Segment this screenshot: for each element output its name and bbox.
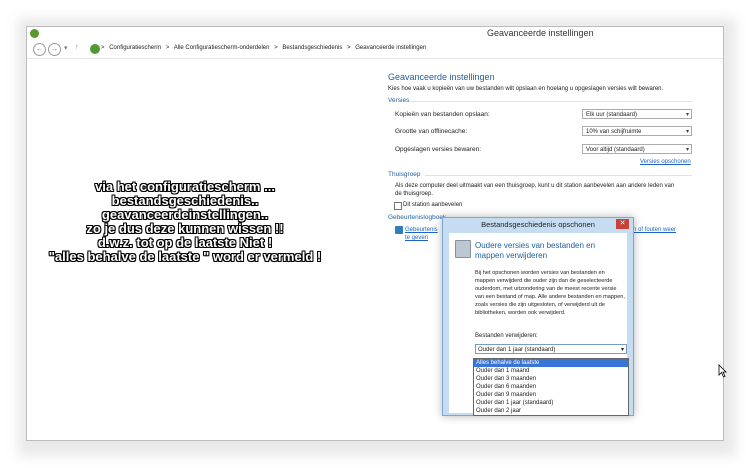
page-title: Geavanceerde instellingen bbox=[388, 72, 495, 82]
annotation-line: "alles behalve de laatste " word er verm… bbox=[48, 249, 322, 264]
recycle-bin-icon bbox=[455, 240, 471, 258]
section-divider bbox=[410, 101, 692, 102]
eventlog-section-title: Gebeurtenislogboek bbox=[388, 214, 447, 221]
delete-files-label: Bestanden verwijderen: bbox=[475, 333, 538, 339]
keep-versions-select[interactable]: Voor altijd (standaard) ▾ bbox=[582, 144, 692, 154]
recommend-drive-checkbox[interactable] bbox=[394, 202, 402, 210]
keep-versions-label: Opgeslagen versies bewaren: bbox=[395, 146, 481, 153]
chevron-down-icon: ▾ bbox=[685, 112, 689, 118]
shield-icon bbox=[395, 226, 403, 234]
mouse-cursor-icon bbox=[718, 364, 727, 381]
dropdown-option[interactable]: Alles behalve de laatste bbox=[474, 359, 628, 367]
recent-locations-button[interactable]: ▾ bbox=[64, 44, 68, 52]
breadcrumb-separator: > bbox=[274, 45, 278, 51]
breadcrumb-item[interactable]: Geavanceerde instellingen bbox=[355, 45, 426, 51]
clean-up-versions-link[interactable]: Versies opschonen bbox=[640, 159, 691, 165]
delete-age-select[interactable]: Ouder dan 1 jaar (standaard) ▾ bbox=[475, 344, 627, 354]
event-log-link[interactable]: Gebeurtenis bbox=[405, 227, 438, 233]
breadcrumb-item[interactable]: Alle Configuratiescherm-onderdelen bbox=[174, 45, 270, 51]
dropdown-option[interactable]: Ouder dan 6 maanden bbox=[474, 383, 628, 391]
homegroup-description: Als deze computer deel uitmaakt van een … bbox=[395, 183, 675, 189]
delete-age-value: Ouder dan 1 jaar (standaard) bbox=[478, 347, 556, 353]
chevron-down-icon: ▾ bbox=[685, 129, 689, 135]
title-bar: Geavanceerde instellingen bbox=[27, 27, 723, 41]
dropdown-option[interactable]: Ouder dan 1 jaar (standaard) bbox=[474, 399, 628, 407]
address-bar: ← → ▾ ↑ > Configuratiescherm > Alle Conf… bbox=[27, 41, 723, 59]
breadcrumb-separator: > bbox=[347, 45, 351, 51]
chevron-down-icon: ▾ bbox=[685, 147, 689, 153]
up-button[interactable]: ↑ bbox=[75, 44, 79, 51]
cache-label: Grootte van offlinecache: bbox=[395, 128, 468, 135]
homegroup-description-cont: de thuisgroep. bbox=[395, 191, 434, 197]
versions-section-title: Versies bbox=[388, 97, 410, 104]
breadcrumb-item[interactable]: Configuratiescherm bbox=[109, 45, 161, 51]
delete-age-dropdown-list: Alles behalve de laatste Ouder dan 1 maa… bbox=[473, 358, 629, 416]
annotation-line: bestandsgeschiedenis.. bbox=[111, 193, 259, 208]
chevron-down-icon: ▾ bbox=[620, 347, 624, 353]
dropdown-option[interactable]: Ouder dan 9 maanden bbox=[474, 391, 628, 399]
dialog-heading: Oudere versies van bestanden en mappen v… bbox=[475, 241, 595, 261]
annotation-line: via het configuratiescherm ... bbox=[95, 179, 275, 194]
annotation-overlay: via het configuratiescherm ... bestandsg… bbox=[0, 180, 370, 264]
copies-frequency-select[interactable]: Elk uur (standaard) ▾ bbox=[582, 109, 692, 119]
dialog-heading-line: Oudere versies van bestanden en bbox=[475, 241, 596, 250]
dropdown-option[interactable]: Ouder dan 1 maand bbox=[474, 367, 628, 375]
recommend-drive-label: Dit station aanbevelen bbox=[403, 202, 463, 208]
copies-frequency-value: Elk uur (standaard) bbox=[586, 112, 638, 118]
forward-button[interactable]: → bbox=[48, 43, 61, 56]
dropdown-option[interactable]: Ouder dan 3 maanden bbox=[474, 375, 628, 383]
breadcrumb-separator: > bbox=[165, 45, 170, 51]
breadcrumb-separator: > bbox=[101, 45, 105, 51]
dialog-title: Bestandsgeschiedenis opschonen bbox=[481, 220, 595, 229]
dialog-heading-line: mappen verwijderen bbox=[475, 251, 548, 260]
dialog-description: Bij het opschonen worden versies van bes… bbox=[475, 270, 625, 316]
file-history-icon bbox=[30, 29, 39, 38]
back-button[interactable]: ← bbox=[33, 43, 46, 56]
page-description: Kies hoe vaak u kopieën van uw bestanden… bbox=[388, 86, 664, 92]
breadcrumb-item[interactable]: Bestandsgeschiedenis bbox=[282, 45, 342, 51]
offline-cache-select[interactable]: 10% van schijfruimte ▾ bbox=[582, 126, 692, 136]
event-log-link-right[interactable]: n of fouten weer bbox=[633, 227, 676, 233]
window-title: Geavanceerde instellingen bbox=[487, 28, 594, 38]
offline-cache-value: 10% van schijfruimte bbox=[586, 129, 642, 135]
annotation-line: geavanceerdeinstellingen.. bbox=[101, 207, 269, 222]
annotation-line: d.w.z. tot op de laatste Niet ! bbox=[97, 235, 273, 250]
copies-label: Kopieën van bestanden opslaan: bbox=[395, 111, 490, 118]
control-panel-icon bbox=[90, 44, 100, 54]
close-button[interactable]: ✕ bbox=[616, 219, 629, 229]
keep-versions-value: Voor altijd (standaard) bbox=[586, 147, 645, 153]
dropdown-option[interactable]: Ouder dan 2 jaar bbox=[474, 407, 628, 415]
section-divider bbox=[425, 175, 692, 176]
annotation-line: zo je dus deze kunnen wissen !! bbox=[86, 221, 284, 236]
homegroup-section-title: Thuisgroep bbox=[388, 171, 421, 178]
breadcrumb: > Configuratiescherm > Alle Configuratie… bbox=[101, 45, 429, 51]
event-log-link-cont[interactable]: te geven bbox=[405, 235, 428, 241]
